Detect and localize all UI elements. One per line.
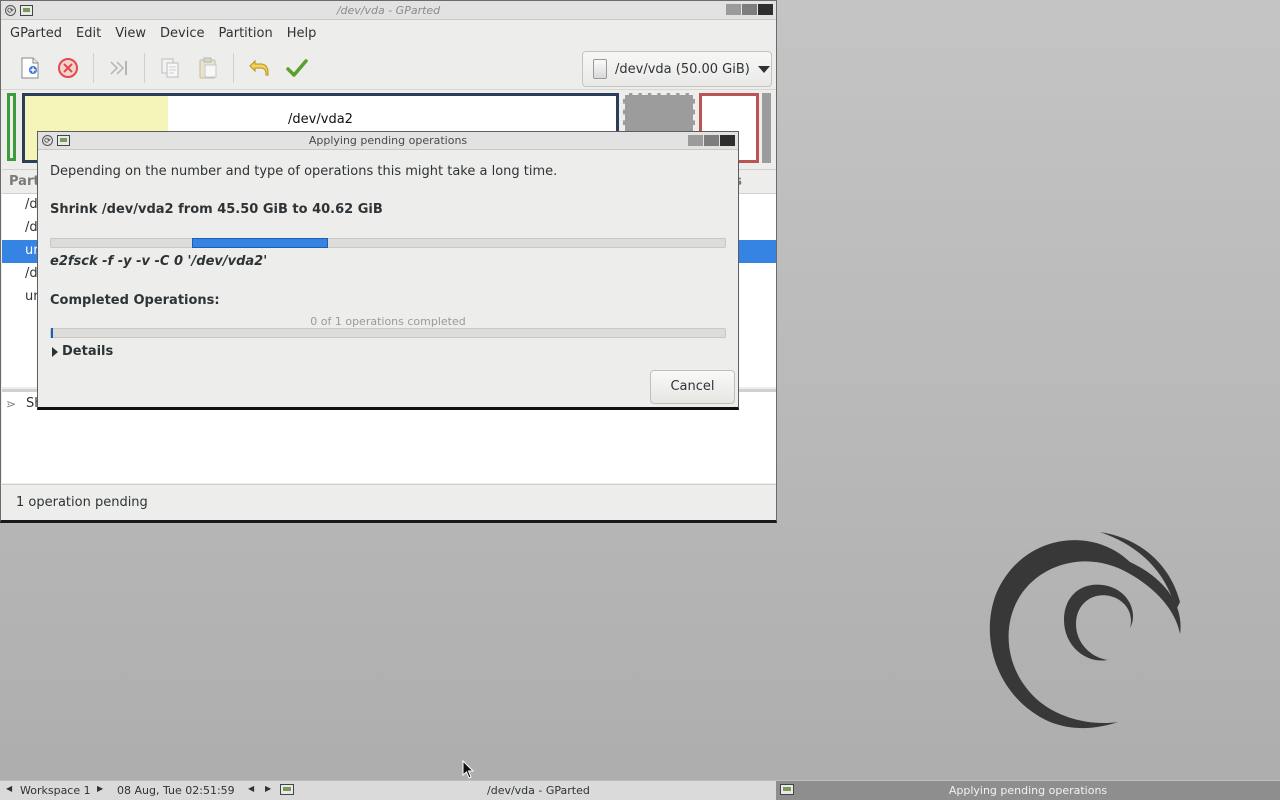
resize-move-button[interactable] xyxy=(100,49,138,87)
window-title: /dev/vda - GParted xyxy=(336,3,441,17)
chevron-down-icon xyxy=(757,65,770,73)
menu-device[interactable]: Device xyxy=(153,26,211,41)
details-label: Details xyxy=(62,344,114,359)
toolbar: /dev/vda (50.00 GiB) xyxy=(1,46,776,90)
menu-view[interactable]: View xyxy=(108,26,153,41)
undo-button[interactable] xyxy=(240,49,278,87)
new-icon xyxy=(21,57,39,78)
disk-map-unallocated[interactable] xyxy=(762,93,771,163)
current-operation: Shrink /dev/vda2 from 45.50 GiB to 40.62… xyxy=(50,202,383,217)
apply-button[interactable] xyxy=(278,49,316,87)
task-label: Applying pending operations xyxy=(948,784,1108,797)
workspace-next-icon[interactable]: ▶ xyxy=(97,784,103,793)
completed-count: 0 of 1 operations completed xyxy=(310,315,466,328)
window-menu-icon[interactable]: ⟳ xyxy=(5,4,16,16)
workspace-prev-icon[interactable]: ◀ xyxy=(6,784,12,793)
disk-icon xyxy=(593,59,607,79)
taskbar: ◀ Workspace 1 ▶ 08 Aug, Tue 02:51:59 ◀ ▶… xyxy=(0,780,1280,800)
menu-partition[interactable]: Partition xyxy=(212,26,280,41)
window-menu-icon[interactable]: ⟳ xyxy=(42,135,53,146)
apply-icon xyxy=(286,58,308,77)
status-bar: 1 operation pending xyxy=(2,484,776,520)
copy-button[interactable] xyxy=(151,49,189,87)
operation-progress-bar xyxy=(50,238,726,248)
menu-help[interactable]: Help xyxy=(280,26,324,41)
cancel-button[interactable]: Cancel xyxy=(650,370,735,404)
delete-partition-button[interactable] xyxy=(49,49,87,87)
app-icon xyxy=(20,4,33,16)
menubar: GParted Edit View Device Partition Help xyxy=(1,20,776,46)
toolbar-separator xyxy=(93,52,94,83)
current-command: e2fsck -f -y -v -C 0 '/dev/vda2' xyxy=(50,254,268,269)
delete-icon xyxy=(58,57,78,78)
maximize-button[interactable] xyxy=(742,4,757,15)
completed-heading: Completed Operations: xyxy=(50,293,220,308)
close-button[interactable] xyxy=(758,4,773,15)
menu-gparted[interactable]: GParted xyxy=(3,26,69,41)
resize-move-icon: ⋗ xyxy=(6,396,17,411)
task-next-icon[interactable]: ▶ xyxy=(265,784,271,793)
new-partition-button[interactable] xyxy=(11,49,49,87)
device-label: /dev/vda (50.00 GiB) xyxy=(615,61,750,77)
progress-pulse xyxy=(192,238,328,248)
disk-map-partition-vda1[interactable] xyxy=(7,93,16,161)
paste-button[interactable] xyxy=(189,49,227,87)
overall-progress-bar xyxy=(50,328,726,338)
app-icon xyxy=(57,135,70,146)
menu-edit[interactable]: Edit xyxy=(69,26,108,41)
toolbar-separator xyxy=(233,52,234,83)
undo-icon xyxy=(249,59,269,75)
overall-progress-fill xyxy=(51,328,53,338)
app-icon xyxy=(280,784,294,795)
minimize-button[interactable] xyxy=(688,135,703,146)
resize-move-icon xyxy=(110,60,127,75)
expander-arrow-icon xyxy=(52,346,58,357)
minimize-button[interactable] xyxy=(726,4,741,15)
workspace-label[interactable]: Workspace 1 xyxy=(20,784,91,797)
maximize-button[interactable] xyxy=(704,135,719,146)
task-gparted[interactable]: /dev/vda - GParted xyxy=(487,784,590,797)
device-selector[interactable]: /dev/vda (50.00 GiB) xyxy=(582,51,772,87)
details-expander[interactable]: Details xyxy=(52,344,113,359)
task-prev-icon[interactable]: ◀ xyxy=(248,784,254,793)
partition-label: /dev/vda2 xyxy=(288,112,353,127)
window-titlebar[interactable]: ⟳ /dev/vda - GParted xyxy=(1,1,776,20)
mouse-cursor-icon xyxy=(462,760,474,779)
copy-icon xyxy=(161,58,179,77)
paste-icon xyxy=(199,57,217,78)
dialog-titlebar[interactable]: ⟳ Applying pending operations xyxy=(38,132,738,150)
close-button[interactable] xyxy=(720,135,735,146)
clock[interactable]: 08 Aug, Tue 02:51:59 xyxy=(117,784,235,797)
apply-operations-dialog: ⟳ Applying pending operations Depending … xyxy=(37,131,739,410)
task-apply-operations[interactable]: Applying pending operations xyxy=(776,781,1280,800)
dialog-title: Applying pending operations xyxy=(308,134,468,147)
toolbar-separator xyxy=(144,52,145,83)
debian-swirl-icon xyxy=(989,532,1181,729)
dialog-intro-text: Depending on the number and type of oper… xyxy=(50,164,558,179)
